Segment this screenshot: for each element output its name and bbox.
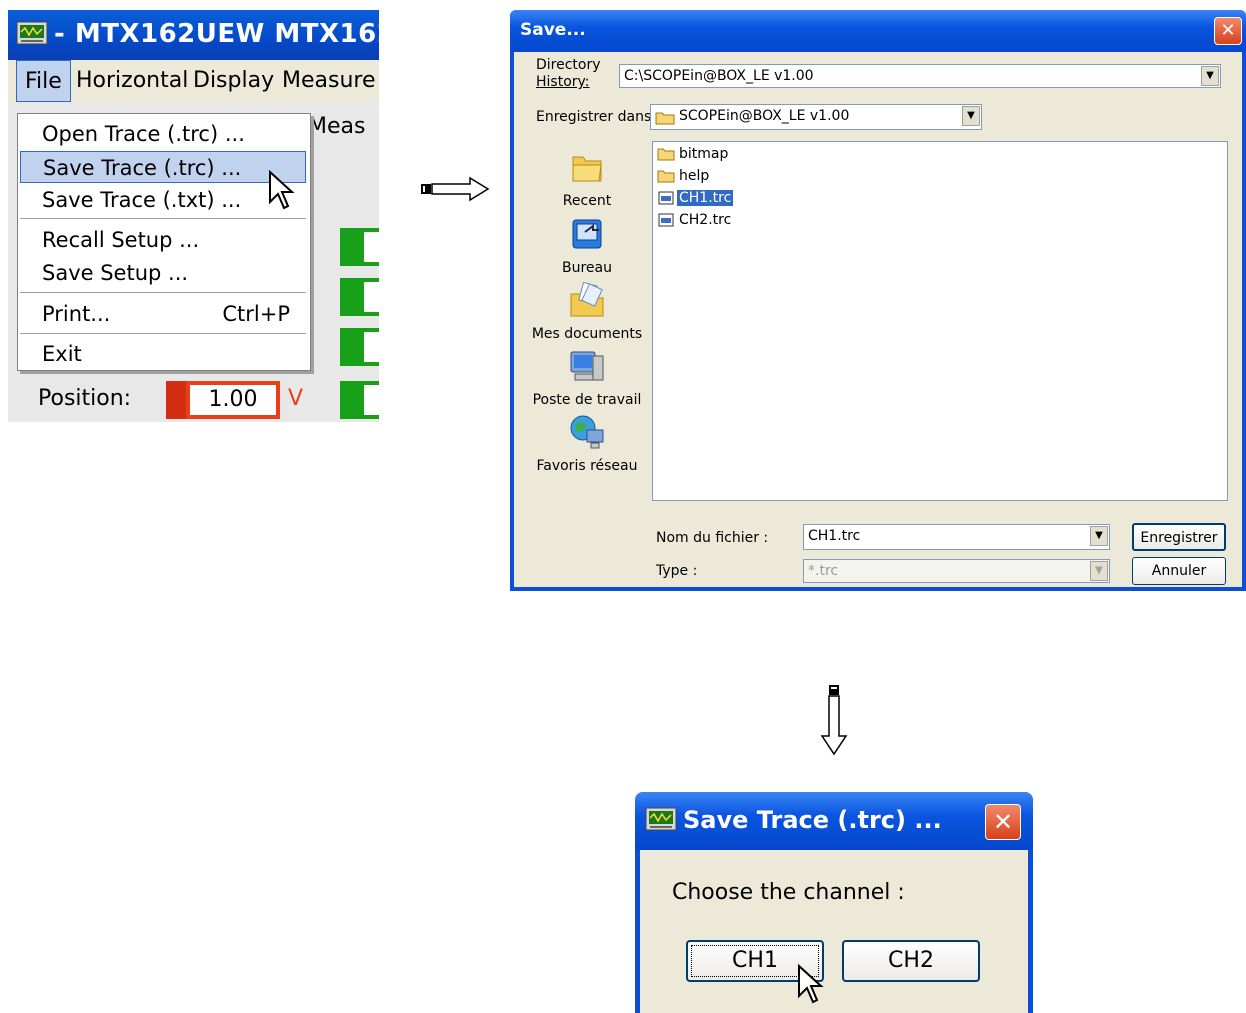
place-recent[interactable]: Recent [522,147,652,209]
desktop-icon [572,219,602,249]
type-value: *.trc [808,563,839,579]
save-button[interactable]: Enregistrer [1132,523,1226,551]
my-computer-icon [570,351,604,381]
close-icon[interactable]: ✕ [985,804,1021,840]
place-label: Recent [562,193,612,209]
oscilloscope-app-icon [645,807,677,831]
meas-label: Meas : [308,114,366,164]
type-label: Type : [656,563,698,579]
type-select[interactable]: *.trc ▼ [803,559,1110,583]
menu-display[interactable]: Display [185,60,282,102]
close-icon[interactable]: ✕ [1214,17,1242,45]
save-in-combo[interactable]: SCOPEin@BOX_LE v1.00 ▼ [650,104,982,130]
save-in-label: Enregistrer dans : [536,109,661,125]
chevron-down-icon[interactable]: ▼ [1201,66,1219,86]
folder-icon [655,112,675,125]
chevron-down-icon[interactable]: ▼ [1090,561,1108,581]
menu-item-save-trace[interactable]: Save Trace (.trc) ... [20,151,306,183]
arrow-down-icon [820,685,848,756]
app-window: - MTX162UEW MTX162 - Os File Horizontal … [8,10,379,422]
list-item[interactable]: bitmap [657,144,730,164]
menu-item-recall-setup[interactable]: Recall Setup ... [20,224,306,256]
recent-folder-icon [572,156,602,182]
file-icon [658,213,674,227]
arrow-right-icon [421,176,490,202]
menu-file[interactable]: File [16,60,71,102]
folder-icon [657,148,675,161]
menu-measure[interactable]: Measure [274,60,379,102]
position-spinner[interactable] [166,381,186,419]
app-title: - MTX162UEW MTX162 - Os [54,19,379,49]
menu-item-open-trace[interactable]: Open Trace (.trc) ... [20,118,306,150]
filename-label: Nom du fichier : [656,530,769,546]
cancel-button[interactable]: Annuler [1132,557,1226,585]
file-list: bitmap help CH1.trc CH2.trc [652,141,1228,501]
list-item[interactable]: help [657,166,711,186]
folder-icon [657,170,675,183]
menu-separator [20,218,306,220]
choose-channel-prompt: Choose the channel : [672,880,905,905]
place-bureau[interactable]: Bureau [522,214,652,276]
menu-item-save-setup[interactable]: Save Setup ... [20,257,306,289]
place-label: Favoris réseau [536,458,638,474]
menu-bar: File Horizontal Display Measure [8,60,379,102]
save-dialog-title: Save... [520,20,586,40]
menu-separator [20,292,306,294]
menu-horizontal[interactable]: Horizontal [68,60,196,102]
place-poste-de-travail[interactable]: Poste de travail [522,346,652,408]
save-dialog-body: Directory History: C:\SCOPEin@BOX_LE v1.… [514,52,1242,587]
filename-input[interactable]: CH1.trc ▼ [803,524,1110,550]
directory-label: Directory [536,57,601,73]
print-label: Print... [42,302,111,326]
save-trace-title: Save Trace (.trc) ... [683,806,942,834]
save-trace-title-bar: Save Trace (.trc) ... ✕ [635,792,1033,850]
menu-item-save-trace-txt[interactable]: Save Trace (.txt) ... [20,184,306,216]
place-label: Mes documents [531,326,643,342]
my-documents-icon [570,281,604,317]
position-label: Position: [38,386,132,411]
green-spin-control[interactable] [340,278,379,316]
history-label: History: [536,74,590,90]
green-spin-control[interactable] [340,381,379,419]
filename-value: CH1.trc [808,528,861,544]
save-dialog-title-bar: Save... ✕ [510,10,1246,52]
app-title-bar: - MTX162UEW MTX162 - Os [8,10,379,60]
menu-item-exit[interactable]: Exit [20,338,306,370]
list-item[interactable]: CH2.trc [657,210,733,230]
chevron-down-icon[interactable]: ▼ [1090,526,1108,546]
file-icon [658,191,674,205]
print-shortcut: Ctrl+P [222,302,290,326]
place-label: Bureau [562,260,612,276]
menu-item-print[interactable]: Print... Ctrl+P [20,298,306,330]
place-mes-documents[interactable]: Mes documents [522,280,652,342]
chevron-down-icon[interactable]: ▼ [962,106,980,126]
menu-separator [20,333,306,335]
file-menu-dropdown: Open Trace (.trc) ... Save Trace (.trc) … [17,113,311,371]
network-places-icon [570,415,604,449]
save-trace-body: Choose the channel : CH1 CH2 [640,850,1028,1013]
position-input[interactable]: 1.00 [186,381,280,419]
position-unit: V [288,386,304,411]
save-dialog: Save... ✕ Directory History: C:\SCOPEin@… [510,10,1246,591]
green-spin-control[interactable] [340,328,379,366]
directory-history-value: C:\SCOPEin@BOX_LE v1.00 [624,68,814,84]
green-spin-control[interactable] [340,228,379,266]
directory-history-combo[interactable]: C:\SCOPEin@BOX_LE v1.00 ▼ [619,64,1221,88]
mouse-cursor-icon [798,964,824,1004]
save-in-value: SCOPEin@BOX_LE v1.00 [679,108,850,124]
save-trace-dialog: Save Trace (.trc) ... ✕ Choose the chann… [635,792,1033,1013]
mouse-cursor-icon [269,170,295,210]
list-item[interactable]: CH1.trc [657,188,734,208]
place-favoris-reseau[interactable]: Favoris réseau [522,412,652,474]
ch2-button[interactable]: CH2 [842,940,980,982]
oscilloscope-app-icon [16,21,48,45]
place-label: Poste de travail [532,392,642,408]
places-bar: Recent Bureau Mes documents Poste de tra… [522,142,652,502]
